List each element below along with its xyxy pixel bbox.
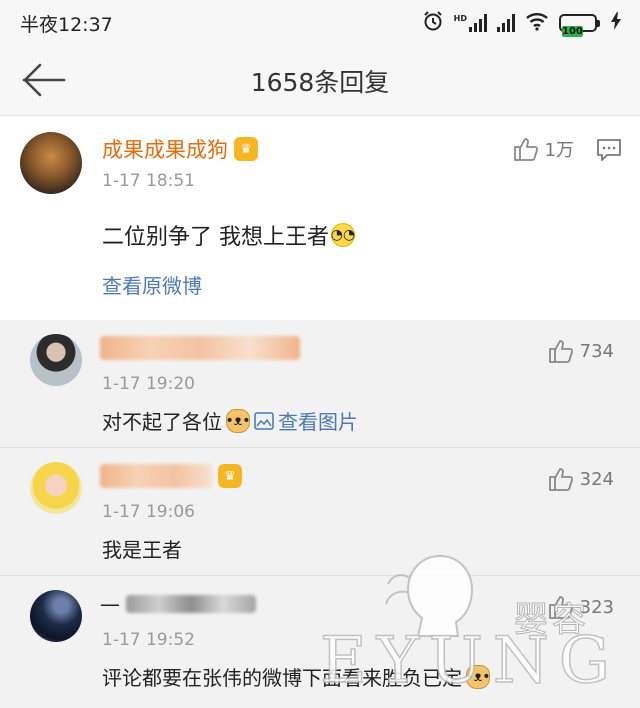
avatar[interactable] — [30, 590, 82, 642]
view-picture-link[interactable]: 查看图片 — [254, 406, 358, 435]
view-original-weibo-link[interactable]: 查看原微博 — [102, 270, 202, 299]
reply-item: — 1-17 19:52 323 评论都要在张伟的微博下面看来胜负已定 •ᴥ• — [0, 576, 640, 704]
reply-list: 1-17 19:20 734 对不起了各位 •ᴥ• 查看图片 ♛ 1-17 19… — [0, 320, 640, 704]
reply-text: 对不起了各位 •ᴥ• 查看图片 — [102, 406, 358, 435]
avatar[interactable] — [30, 462, 82, 514]
like-count: 323 — [579, 596, 614, 618]
reply-timestamp: 1-17 19:52 — [102, 630, 195, 650]
avatar[interactable] — [20, 132, 82, 194]
thumbs-up-icon — [513, 138, 538, 161]
reply-item: 1-17 19:20 734 对不起了各位 •ᴥ• 查看图片 — [0, 320, 640, 448]
reply-user-name-blurred[interactable]: — — [100, 590, 256, 618]
comment-text: 二位别争了 我想上王者 — [102, 225, 329, 250]
reply-user-name-blurred[interactable] — [100, 334, 300, 362]
vip-crown-icon: ♛ — [234, 137, 258, 161]
thumbs-up-icon — [548, 596, 573, 619]
thumbs-up-icon — [548, 340, 573, 363]
view-picture-label: 查看图片 — [278, 410, 358, 434]
alarm-icon — [422, 10, 444, 37]
reply-user-name-blurred[interactable]: ♛ — [100, 462, 242, 490]
reply-like-button[interactable]: 323 — [548, 594, 614, 620]
reply-like-button[interactable]: 734 — [548, 338, 614, 364]
like-count: 324 — [579, 468, 614, 490]
charging-icon — [610, 11, 622, 36]
root-like-button[interactable]: 1万 — [513, 136, 574, 162]
reply-text: 我是王者 — [102, 534, 182, 563]
root-user-name[interactable]: 成果成果成狗 ♛ — [102, 134, 258, 164]
like-count: 1万 — [544, 140, 574, 161]
vip-crown-icon: ♛ — [218, 464, 242, 488]
comment-icon[interactable] — [596, 138, 622, 162]
network-label: HD — [453, 14, 467, 23]
battery-level: 100 — [562, 26, 583, 37]
back-button[interactable] — [22, 62, 66, 98]
comment-text: 我是王者 — [102, 538, 182, 562]
wifi-icon — [525, 11, 549, 36]
comment-text: 对不起了各位 — [102, 410, 222, 434]
status-icons: HD 100 — [422, 10, 622, 37]
reply-timestamp: 1-17 19:06 — [102, 502, 195, 522]
avatar[interactable] — [30, 334, 82, 386]
signal-icon — [497, 14, 515, 32]
root-comment-text: 二位别争了 我想上王者 ◔◔ — [102, 219, 355, 251]
status-bar: 半夜12:37 HD 100 — [0, 0, 640, 46]
doge-emoji-icon: •ᴥ• — [226, 408, 251, 433]
status-time: 半夜12:37 — [20, 13, 113, 36]
user-name-text: 成果成果成狗 — [102, 138, 228, 162]
back-arrow-icon — [22, 63, 66, 97]
rolling-eyes-emoji-icon: ◔◔ — [331, 223, 355, 247]
reply-timestamp: 1-17 19:20 — [102, 374, 195, 394]
reply-like-button[interactable]: 324 — [548, 466, 614, 492]
image-icon — [254, 411, 274, 430]
reply-item: ♛ 1-17 19:06 324 我是王者 — [0, 448, 640, 576]
doge-emoji-icon: •ᴥ• — [466, 664, 491, 689]
comment-text: 评论都要在张伟的微博下面看来胜负已定 — [102, 666, 462, 690]
battery-icon: 100 — [559, 14, 600, 37]
thumbs-up-icon — [548, 468, 573, 491]
signal-icon-hd: HD — [454, 14, 487, 32]
root-timestamp: 1-17 18:51 — [102, 171, 195, 191]
page-title: 1658条回复 — [250, 67, 390, 97]
like-count: 734 — [579, 340, 614, 362]
root-comment: 成果成果成狗 ♛ 1-17 18:51 1万 二位别争了 我想上王者 ◔◔ 查看… — [0, 116, 640, 320]
reply-text: 评论都要在张伟的微博下面看来胜负已定 •ᴥ• — [102, 662, 491, 691]
header: 1658条回复 — [0, 46, 640, 116]
